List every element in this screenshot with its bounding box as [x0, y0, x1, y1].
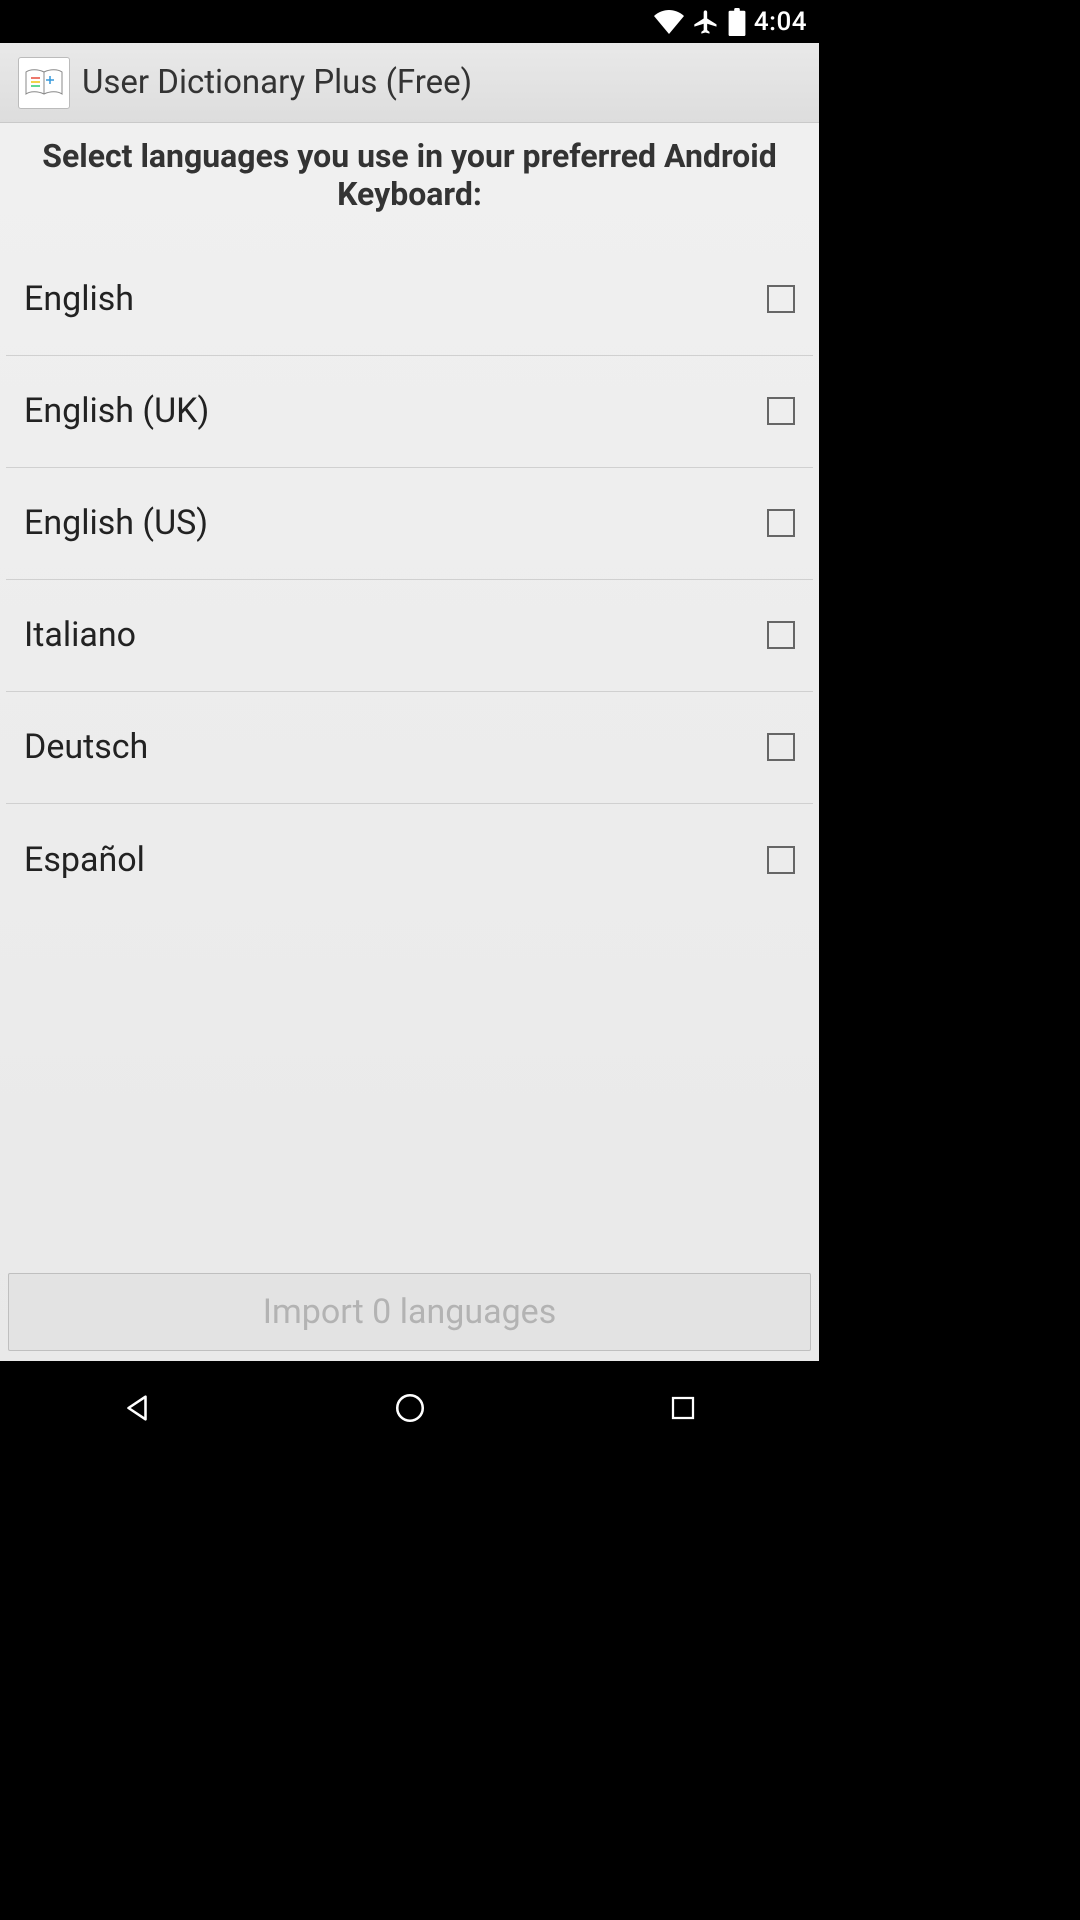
language-row-espanol[interactable]: Español [6, 804, 813, 916]
language-row-deutsch[interactable]: Deutsch [6, 692, 813, 804]
language-row-english[interactable]: English [6, 244, 813, 356]
language-label: Español [24, 840, 145, 880]
checkbox[interactable] [767, 733, 795, 761]
prompt-text: Select languages you use in your preferr… [0, 123, 819, 244]
content-area: Select languages you use in your preferr… [0, 123, 819, 1361]
language-list: English English (UK) English (US) Italia… [0, 244, 819, 1265]
language-row-english-us[interactable]: English (US) [6, 468, 813, 580]
language-label: English (UK) [24, 391, 209, 431]
import-button[interactable]: Import 0 languages [8, 1273, 811, 1351]
app-titlebar: User Dictionary Plus (Free) [0, 43, 819, 123]
import-button-container: Import 0 languages [0, 1265, 819, 1361]
language-row-italiano[interactable]: Italiano [6, 580, 813, 692]
nav-bar [0, 1361, 819, 1455]
language-label: Deutsch [24, 727, 148, 767]
app-icon [18, 57, 70, 109]
nav-home-button[interactable] [350, 1378, 470, 1438]
checkbox[interactable] [767, 621, 795, 649]
checkbox[interactable] [767, 846, 795, 874]
language-label: Italiano [24, 615, 136, 655]
nav-back-button[interactable] [77, 1378, 197, 1438]
language-label: English (US) [24, 503, 208, 543]
nav-recent-button[interactable] [623, 1378, 743, 1438]
checkbox[interactable] [767, 285, 795, 313]
airplane-mode-icon [692, 8, 720, 36]
clock: 4:04 [754, 7, 807, 37]
language-row-english-uk[interactable]: English (UK) [6, 356, 813, 468]
checkbox[interactable] [767, 509, 795, 537]
battery-icon [728, 8, 746, 36]
language-label: English [24, 279, 134, 319]
app-title: User Dictionary Plus (Free) [82, 63, 472, 102]
checkbox[interactable] [767, 397, 795, 425]
wifi-icon [654, 10, 684, 34]
status-bar: 4:04 [0, 0, 819, 43]
